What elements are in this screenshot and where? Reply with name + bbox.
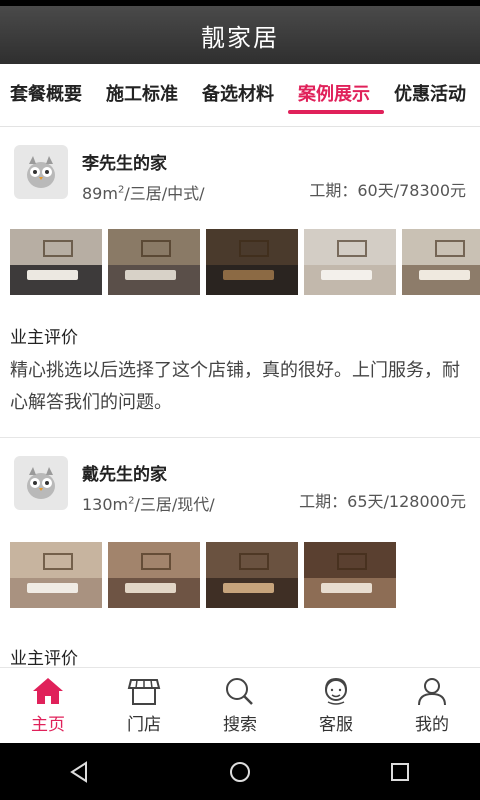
user-icon xyxy=(418,678,446,706)
case-spec: 130m2/三居/现代/ xyxy=(82,491,215,515)
home-icon xyxy=(33,678,63,704)
case-owner-name: 戴先生的家 xyxy=(82,465,167,485)
case-spec: 89m2/三居/中式/ xyxy=(82,180,205,204)
system-recents-button[interactable] xyxy=(370,752,430,792)
nav-customer-service-label: 客服 xyxy=(319,715,353,735)
nav-customer-service[interactable]: 客服 xyxy=(288,668,384,744)
case-photo[interactable] xyxy=(206,542,298,608)
customer-service-icon xyxy=(325,677,347,705)
case-photo[interactable] xyxy=(10,229,102,295)
tab-optional-materials[interactable]: 备选材料 xyxy=(202,64,274,126)
system-navigation-bar xyxy=(0,743,480,800)
search-icon xyxy=(226,678,253,705)
case-photo[interactable] xyxy=(402,229,480,295)
case-photo-strip[interactable] xyxy=(10,229,480,295)
case-layout-style: /三居/中式/ xyxy=(124,184,205,203)
case-photo[interactable] xyxy=(304,542,396,608)
case-photo[interactable] xyxy=(108,229,200,295)
nav-me[interactable]: 我的 xyxy=(384,668,480,744)
tab-construction-standards[interactable]: 施工标准 xyxy=(106,64,178,126)
case-duration-price: 工期：65天/128000元 xyxy=(299,492,466,511)
system-home-button[interactable] xyxy=(210,752,270,792)
case-owner-name: 李先生的家 xyxy=(82,154,167,174)
nav-search-label: 搜索 xyxy=(223,715,257,735)
case-list[interactable]: 李先生的家 89m2/三居/中式/ 工期：60天/78300元 业主评价 精心挑… xyxy=(0,127,480,667)
category-tabs: 套餐概要 施工标准 备选材料 案例展示 优惠活动 xyxy=(0,64,480,127)
case-layout-style: /三居/现代/ xyxy=(134,495,215,514)
case-photo[interactable] xyxy=(108,542,200,608)
active-tab-indicator xyxy=(288,110,384,114)
tab-case-showcase[interactable]: 案例展示 xyxy=(298,64,370,126)
case-photo-strip[interactable] xyxy=(10,542,396,608)
case-duration-price: 工期：60天/78300元 xyxy=(309,181,466,200)
review-text: 精心挑选以后选择了这个店铺，真的很好。上门服务，耐心解答我们的问题。 xyxy=(10,360,460,413)
review-title: 业主评价 xyxy=(10,649,78,667)
case-card[interactable]: 戴先生的家 130m2/三居/现代/ 工期：65天/128000元 业主评价 xyxy=(0,438,480,667)
nav-home-label: 主页 xyxy=(31,715,65,735)
owl-avatar-icon xyxy=(14,145,68,199)
case-photo[interactable] xyxy=(10,542,102,608)
case-area: 89m xyxy=(82,184,118,203)
app-title-bar: 靓家居 xyxy=(0,6,480,64)
nav-store-label: 门店 xyxy=(127,715,161,735)
nav-search[interactable]: 搜索 xyxy=(192,668,288,744)
case-area: 130m xyxy=(82,495,129,514)
app-title: 靓家居 xyxy=(201,23,279,52)
review-title: 业主评价 xyxy=(10,328,78,348)
back-icon xyxy=(70,760,87,783)
nav-home[interactable]: 主页 xyxy=(0,668,96,744)
owl-avatar-icon xyxy=(14,456,68,510)
nav-store[interactable]: 门店 xyxy=(96,668,192,744)
case-photo[interactable] xyxy=(304,229,396,295)
home-circle-icon xyxy=(230,761,250,782)
tab-package-overview[interactable]: 套餐概要 xyxy=(10,64,82,126)
case-card[interactable]: 李先生的家 89m2/三居/中式/ 工期：60天/78300元 业主评价 精心挑… xyxy=(0,127,480,435)
case-photo[interactable] xyxy=(206,229,298,295)
bottom-navigation: 主页 门店 搜索 客服 我的 xyxy=(0,667,480,744)
tab-promotions[interactable]: 优惠活动 xyxy=(394,64,466,126)
system-back-button[interactable] xyxy=(50,752,110,792)
store-icon xyxy=(127,679,161,705)
nav-me-label: 我的 xyxy=(415,715,449,735)
recents-icon xyxy=(391,762,409,781)
